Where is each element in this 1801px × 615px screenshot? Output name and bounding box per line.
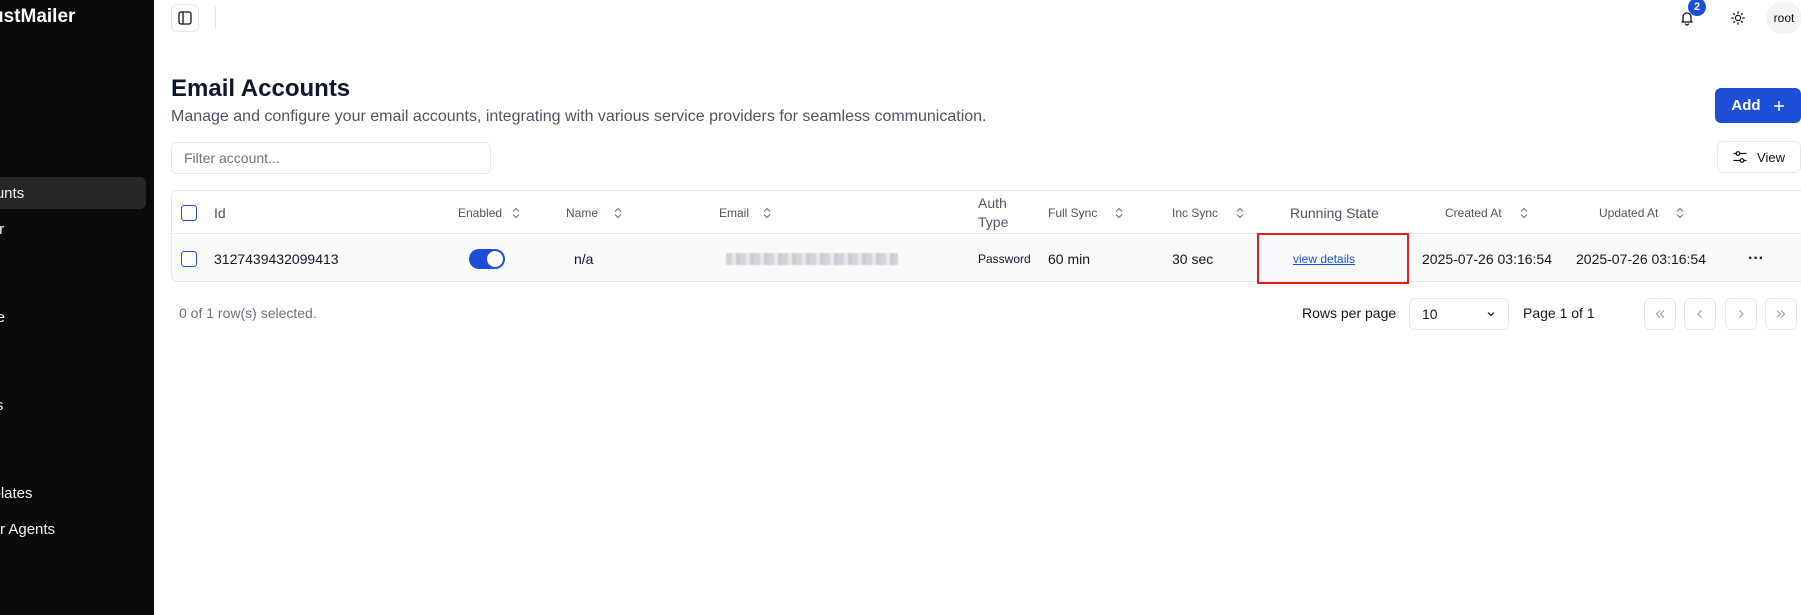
chevron-left-icon (1697, 310, 1702, 318)
sort-icon (1115, 207, 1123, 219)
cell-id: 3127439432099413 (214, 250, 339, 267)
header-name-label: Name (566, 205, 599, 220)
chevron-down-icon (1487, 312, 1495, 317)
sidebar-item-accounts[interactable]: counts (0, 177, 146, 209)
row-select-checkbox[interactable] (181, 235, 197, 281)
highlight-box (1257, 233, 1409, 284)
first-page-button[interactable] (1644, 298, 1676, 330)
header-created-at[interactable]: Created At (1445, 191, 1528, 234)
cell-email-redacted (726, 235, 898, 281)
header-enabled-label: Enabled (458, 205, 503, 220)
enabled-toggle[interactable] (469, 235, 505, 281)
sidebar-toggle-button[interactable] (171, 4, 199, 32)
sidebar-toggle-icon (178, 11, 192, 25)
page-indicator: Page 1 of 1 (1523, 305, 1595, 321)
sun-icon (1731, 11, 1745, 25)
sort-icon (1236, 207, 1244, 219)
header-auth-type-line2: Type (978, 213, 1009, 230)
cell-name: n/a (574, 250, 594, 267)
header-auth-type: Auth Type (978, 191, 1008, 234)
sidebar-item-label: mplates (0, 484, 33, 502)
header-updated-at-label: Updated At (1599, 205, 1659, 220)
sort-icon (512, 207, 520, 219)
header-updated-at[interactable]: Updated At (1599, 191, 1684, 234)
rows-per-page-label: Rows per page (1302, 305, 1397, 321)
last-page-button[interactable] (1765, 298, 1797, 330)
topbar-divider (215, 6, 216, 30)
user-menu-button[interactable]: root (1766, 2, 1801, 34)
cell-full-sync: 60 min (1048, 250, 1091, 267)
sidebar-item-label: wer (0, 220, 5, 238)
sidebar-item-viewer[interactable]: wer (0, 213, 146, 245)
cell-auth-type: Password (978, 251, 1031, 266)
add-account-button[interactable]: Add (1715, 88, 1801, 123)
table-row: 3127439432099413 n/a Password 60 min 30 … (172, 235, 1801, 281)
cell-inc-sync: 30 sec (1172, 250, 1214, 267)
header-enabled[interactable]: Enabled (458, 191, 520, 234)
header-created-at-label: Created At (1445, 205, 1502, 220)
header-full-sync[interactable]: Full Sync (1048, 191, 1123, 234)
sidebar: ustMailer rd counts wer eue oks mplates … (0, 0, 154, 615)
sidebar-item-label: oks (0, 397, 3, 414)
sidebar-item-templates[interactable]: mplates (0, 477, 146, 509)
header-email[interactable]: Email (719, 191, 771, 234)
notification-badge: 2 (1688, 0, 1706, 16)
header-inc-sync-label: Inc Sync (1172, 205, 1219, 220)
header-auth-type-line1: Auth (978, 194, 1007, 211)
cell-updated-at: 2025-07-26 03:16:54 (1576, 250, 1706, 267)
chevrons-left-icon (1655, 310, 1665, 318)
sort-icon (1676, 207, 1684, 219)
previous-page-button[interactable] (1684, 298, 1716, 330)
header-id: Id (214, 204, 226, 221)
rows-per-page-value: 10 (1422, 306, 1438, 322)
cell-created-at: 2025-07-26 03:16:54 (1422, 250, 1552, 267)
theme-toggle-button[interactable] (1726, 6, 1750, 30)
sidebar-item-queue[interactable]: eue (0, 301, 146, 333)
chevrons-right-icon (1776, 310, 1786, 318)
view-options-button[interactable]: View (1717, 141, 1801, 173)
header-full-sync-label: Full Sync (1048, 205, 1098, 220)
header-email-label: Email (719, 205, 750, 220)
rows-per-page-select[interactable]: 10 (1409, 298, 1509, 330)
sidebar-item-dashboard[interactable]: rd (0, 89, 146, 121)
accounts-table: Id Enabled Name Email Auth Type Full Sync… (171, 190, 1801, 282)
sidebar-item-transfer-agents[interactable]: sfer Agents (0, 513, 146, 545)
select-all-checkbox[interactable] (181, 191, 197, 234)
page-title: Email Accounts (171, 75, 351, 102)
view-button-label: View (1757, 149, 1785, 165)
plus-icon (1773, 100, 1784, 111)
sidebar-item-label: sfer Agents (0, 520, 56, 538)
main-content: 2 root Email Accounts Manage and configu… (154, 0, 1801, 615)
table-header: Id Enabled Name Email Auth Type Full Sync… (172, 191, 1801, 234)
header-name[interactable]: Name (566, 191, 622, 234)
chevron-right-icon (1739, 310, 1744, 318)
brand-name: ustMailer (0, 6, 76, 27)
page-subtitle: Manage and configure your email accounts… (171, 108, 987, 125)
sliders-icon (1733, 151, 1747, 163)
header-running-state: Running State (1290, 204, 1379, 221)
filter-account-input[interactable] (171, 142, 491, 174)
next-page-button[interactable] (1725, 298, 1757, 330)
sidebar-item-hooks[interactable]: oks (0, 389, 146, 421)
add-button-label: Add (1731, 97, 1761, 114)
more-icon: ··· (1748, 249, 1764, 267)
row-actions-button[interactable]: ··· (1748, 235, 1764, 281)
sidebar-item-label: counts (0, 184, 25, 202)
sort-icon (1520, 207, 1528, 219)
sort-icon (763, 207, 771, 219)
sort-icon (614, 207, 622, 219)
selection-status: 0 of 1 row(s) selected. (179, 305, 317, 321)
header-inc-sync[interactable]: Inc Sync (1172, 191, 1244, 234)
sidebar-item-label: eue (0, 308, 6, 326)
